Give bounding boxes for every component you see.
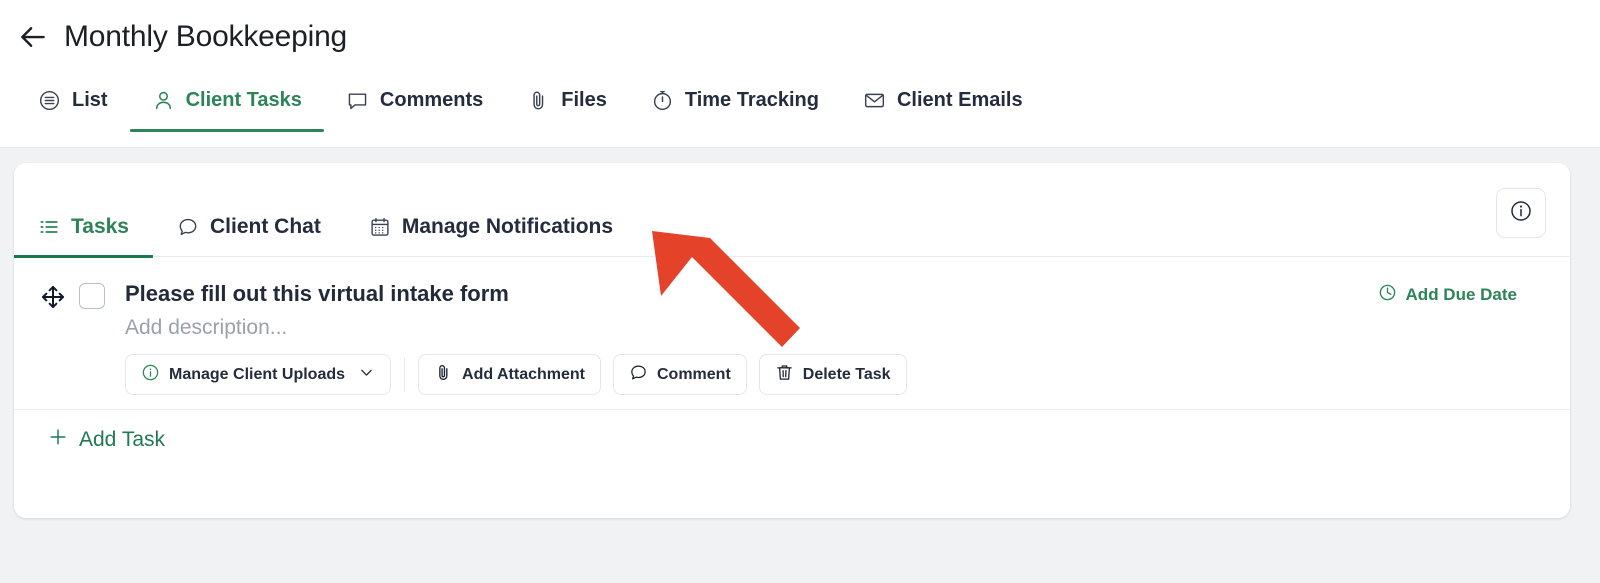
app-root: Monthly Bookkeeping List Client Tasks Co… [0,0,1600,583]
action-gap [601,374,613,375]
paperclip-icon [527,89,550,112]
paperclip-icon [434,363,453,387]
title-row: Monthly Bookkeeping [18,20,347,54]
move-arrows-icon[interactable] [39,283,67,311]
calendar-icon [369,216,391,238]
info-circle-icon [1509,199,1533,228]
chevron-down-icon [358,364,375,386]
action-separator [404,357,406,392]
list-bullets-icon [38,216,60,238]
plus-icon [47,426,69,453]
tab-list[interactable]: List [16,88,130,132]
add-task-button[interactable]: Add Task [47,426,165,453]
comment-button[interactable]: Comment [613,354,747,395]
task-checkbox[interactable] [79,283,105,309]
card-tab-manage-notifications[interactable]: Manage Notifications [345,163,637,257]
tab-comments-label: Comments [379,89,484,111]
card-tab-bar: Tasks Client Chat Manage Notifications [14,163,1570,258]
add-due-date-label: Add Due Date [1405,285,1517,304]
arrow-left-icon[interactable] [18,22,48,52]
info-button[interactable] [1496,188,1546,238]
add-task-label: Add Task [79,427,165,451]
tab-files-label: Files [561,89,607,111]
tab-client-tasks[interactable]: Client Tasks [129,88,325,132]
card-tab-tasks-label: Tasks [71,215,129,238]
card-tab-client-chat[interactable]: Client Chat [153,163,345,257]
page-body: Tasks Client Chat Manage Notifications P… [0,148,1600,583]
card-tab-client-chat-label: Client Chat [210,215,321,238]
tab-files[interactable]: Files [505,88,629,132]
delete-task-label: Delete Task [802,365,891,383]
comment-icon [629,363,648,387]
user-icon [152,89,175,112]
clock-icon [1378,283,1397,307]
action-gap [747,374,759,375]
tab-list-label: List [72,89,108,111]
comment-label: Comment [657,365,731,383]
envelope-icon [863,89,886,112]
stopwatch-icon [651,89,674,112]
tab-client-emails[interactable]: Client Emails [841,88,1045,132]
task-row: Please fill out this virtual intake form… [14,258,1570,410]
tab-client-tasks-label: Client Tasks [185,89,302,111]
manage-client-uploads-label: Manage Client Uploads [169,365,346,383]
chat-bubble-icon [177,216,199,238]
tab-client-emails-label: Client Emails [896,89,1023,111]
manage-client-uploads-button[interactable]: Manage Client Uploads [125,354,392,395]
list-circle-icon [38,89,61,112]
info-circle-icon [141,363,160,387]
page-title: Monthly Bookkeeping [64,20,348,53]
trash-icon [775,363,794,387]
task-description-input[interactable]: Add description... [125,314,287,342]
delete-task-button[interactable]: Delete Task [758,354,907,395]
card-tab-tasks[interactable]: Tasks [14,163,153,258]
add-attachment-button[interactable]: Add Attachment [418,354,601,395]
client-tasks-card: Tasks Client Chat Manage Notifications P… [14,163,1570,518]
task-action-bar: Manage Client Uploads Add Attachment Com… [125,354,907,395]
card-tab-manage-notifications-label: Manage Notifications [401,215,614,238]
add-attachment-label: Add Attachment [462,365,585,383]
top-tab-bar: List Client Tasks Comments Files Time Tr… [16,88,1045,132]
tab-time-tracking[interactable]: Time Tracking [629,88,841,132]
tab-comments[interactable]: Comments [324,88,505,132]
page-header: Monthly Bookkeeping List Client Tasks Co… [0,0,1600,148]
comment-icon [346,89,369,112]
task-title: Please fill out this virtual intake form [125,281,509,306]
tab-time-tracking-label: Time Tracking [684,89,819,111]
add-due-date-button[interactable]: Add Due Date [1378,283,1517,307]
